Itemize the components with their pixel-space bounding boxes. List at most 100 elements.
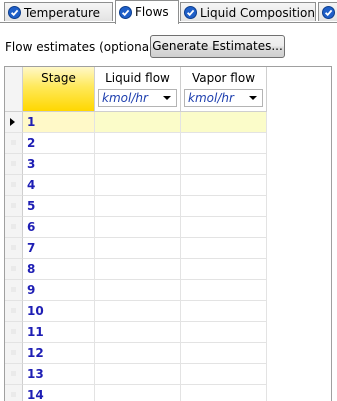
row-marker-icon xyxy=(11,266,16,271)
row-header[interactable] xyxy=(5,259,23,280)
vapor-flow-cell[interactable] xyxy=(181,175,267,196)
tab-overflow[interactable] xyxy=(318,2,337,21)
tab-temperature[interactable]: Temperature xyxy=(4,2,113,21)
stage-cell[interactable]: 5 xyxy=(23,196,95,217)
table-row[interactable]: 7 xyxy=(5,238,331,259)
stage-cell[interactable]: 2 xyxy=(23,133,95,154)
vapor-flow-cell[interactable] xyxy=(181,196,267,217)
stage-cell[interactable]: 13 xyxy=(23,364,95,385)
row-header[interactable] xyxy=(5,364,23,385)
table-row[interactable]: 1 xyxy=(5,112,331,133)
row-header[interactable] xyxy=(5,133,23,154)
table-row[interactable]: 13 xyxy=(5,364,331,385)
grid-empty-area xyxy=(267,175,331,196)
stage-cell[interactable]: 6 xyxy=(23,217,95,238)
stage-cell[interactable]: 7 xyxy=(23,238,95,259)
vapor-flow-cell[interactable] xyxy=(181,322,267,343)
stage-cell[interactable]: 12 xyxy=(23,343,95,364)
stage-number: 11 xyxy=(27,325,44,339)
grid-corner[interactable] xyxy=(5,67,23,112)
column-header-liquid-flow[interactable]: Liquid flow kmol/hr xyxy=(95,67,181,112)
row-marker-icon xyxy=(11,182,16,187)
tab-flows-label: Flows xyxy=(135,5,169,19)
row-header[interactable] xyxy=(5,322,23,343)
row-header[interactable] xyxy=(5,175,23,196)
tab-flows[interactable]: Flows xyxy=(115,0,179,24)
liquid-flow-cell[interactable] xyxy=(95,364,181,385)
chevron-down-icon xyxy=(163,96,171,100)
grid-empty-area xyxy=(267,259,331,280)
grid-header: Stage Liquid flow kmol/hr Vapor flow kmo… xyxy=(5,67,331,112)
liquid-flow-cell[interactable] xyxy=(95,385,181,401)
vapor-flow-unit-select[interactable]: kmol/hr xyxy=(184,89,263,107)
table-row[interactable]: 14 xyxy=(5,385,331,401)
row-header[interactable] xyxy=(5,112,23,133)
check-circle-icon xyxy=(322,6,335,19)
stage-cell[interactable]: 8 xyxy=(23,259,95,280)
row-header[interactable] xyxy=(5,280,23,301)
stage-cell[interactable]: 9 xyxy=(23,280,95,301)
table-row[interactable]: 8 xyxy=(5,259,331,280)
stage-cell[interactable]: 14 xyxy=(23,385,95,401)
table-row[interactable]: 3 xyxy=(5,154,331,175)
grid-body: 1 2 3 4 5 6 7 8 9 10 11 12 13 14 xyxy=(5,112,331,401)
vapor-flow-cell[interactable] xyxy=(181,385,267,401)
liquid-flow-cell[interactable] xyxy=(95,280,181,301)
column-header-stage[interactable]: Stage xyxy=(23,67,95,112)
flows-panel: Temperature Flows Liquid Composition Flo… xyxy=(0,0,337,401)
row-header[interactable] xyxy=(5,238,23,259)
liquid-flow-cell[interactable] xyxy=(95,154,181,175)
vapor-flow-cell[interactable] xyxy=(181,259,267,280)
row-header[interactable] xyxy=(5,343,23,364)
row-marker-icon xyxy=(11,224,16,229)
vapor-flow-cell[interactable] xyxy=(181,217,267,238)
liquid-flow-cell[interactable] xyxy=(95,259,181,280)
vapor-flow-cell[interactable] xyxy=(181,364,267,385)
row-header[interactable] xyxy=(5,154,23,175)
table-row[interactable]: 2 xyxy=(5,133,331,154)
vapor-flow-cell[interactable] xyxy=(181,280,267,301)
table-row[interactable]: 10 xyxy=(5,301,331,322)
grid-empty-area xyxy=(267,364,331,385)
liquid-flow-unit-select[interactable]: kmol/hr xyxy=(98,89,177,107)
vapor-flow-cell[interactable] xyxy=(181,238,267,259)
column-title-stage: Stage xyxy=(41,71,76,85)
row-header[interactable] xyxy=(5,385,23,401)
liquid-flow-cell[interactable] xyxy=(95,238,181,259)
table-row[interactable]: 6 xyxy=(5,217,331,238)
table-row[interactable]: 9 xyxy=(5,280,331,301)
vapor-flow-cell[interactable] xyxy=(181,343,267,364)
vapor-flow-cell[interactable] xyxy=(181,112,267,133)
stage-cell[interactable]: 11 xyxy=(23,322,95,343)
liquid-flow-cell[interactable] xyxy=(95,322,181,343)
liquid-flow-cell[interactable] xyxy=(95,196,181,217)
liquid-flow-cell[interactable] xyxy=(95,343,181,364)
row-marker-icon xyxy=(11,329,16,334)
table-row[interactable]: 4 xyxy=(5,175,331,196)
vapor-flow-cell[interactable] xyxy=(181,133,267,154)
liquid-flow-cell[interactable] xyxy=(95,112,181,133)
column-header-vapor-flow[interactable]: Vapor flow kmol/hr xyxy=(181,67,267,112)
stage-cell[interactable]: 4 xyxy=(23,175,95,196)
vapor-flow-cell[interactable] xyxy=(181,154,267,175)
grid-empty-area xyxy=(267,133,331,154)
row-header[interactable] xyxy=(5,301,23,322)
table-row[interactable]: 5 xyxy=(5,196,331,217)
row-header[interactable] xyxy=(5,217,23,238)
stage-cell[interactable]: 3 xyxy=(23,154,95,175)
stage-cell[interactable]: 10 xyxy=(23,301,95,322)
liquid-flow-cell[interactable] xyxy=(95,133,181,154)
liquid-flow-cell[interactable] xyxy=(95,217,181,238)
tab-liquid-composition[interactable]: Liquid Composition xyxy=(180,2,316,21)
table-row[interactable]: 12 xyxy=(5,343,331,364)
stage-number: 5 xyxy=(27,199,36,213)
vapor-flow-cell[interactable] xyxy=(181,301,267,322)
liquid-flow-cell[interactable] xyxy=(95,175,181,196)
liquid-flow-cell[interactable] xyxy=(95,301,181,322)
table-row[interactable]: 11 xyxy=(5,322,331,343)
stage-cell[interactable]: 1 xyxy=(23,112,95,133)
vapor-flow-unit-value: kmol/hr xyxy=(188,91,234,105)
row-header[interactable] xyxy=(5,196,23,217)
liquid-flow-unit-value: kmol/hr xyxy=(102,91,148,105)
generate-estimates-button[interactable]: Generate Estimates... xyxy=(150,35,285,58)
